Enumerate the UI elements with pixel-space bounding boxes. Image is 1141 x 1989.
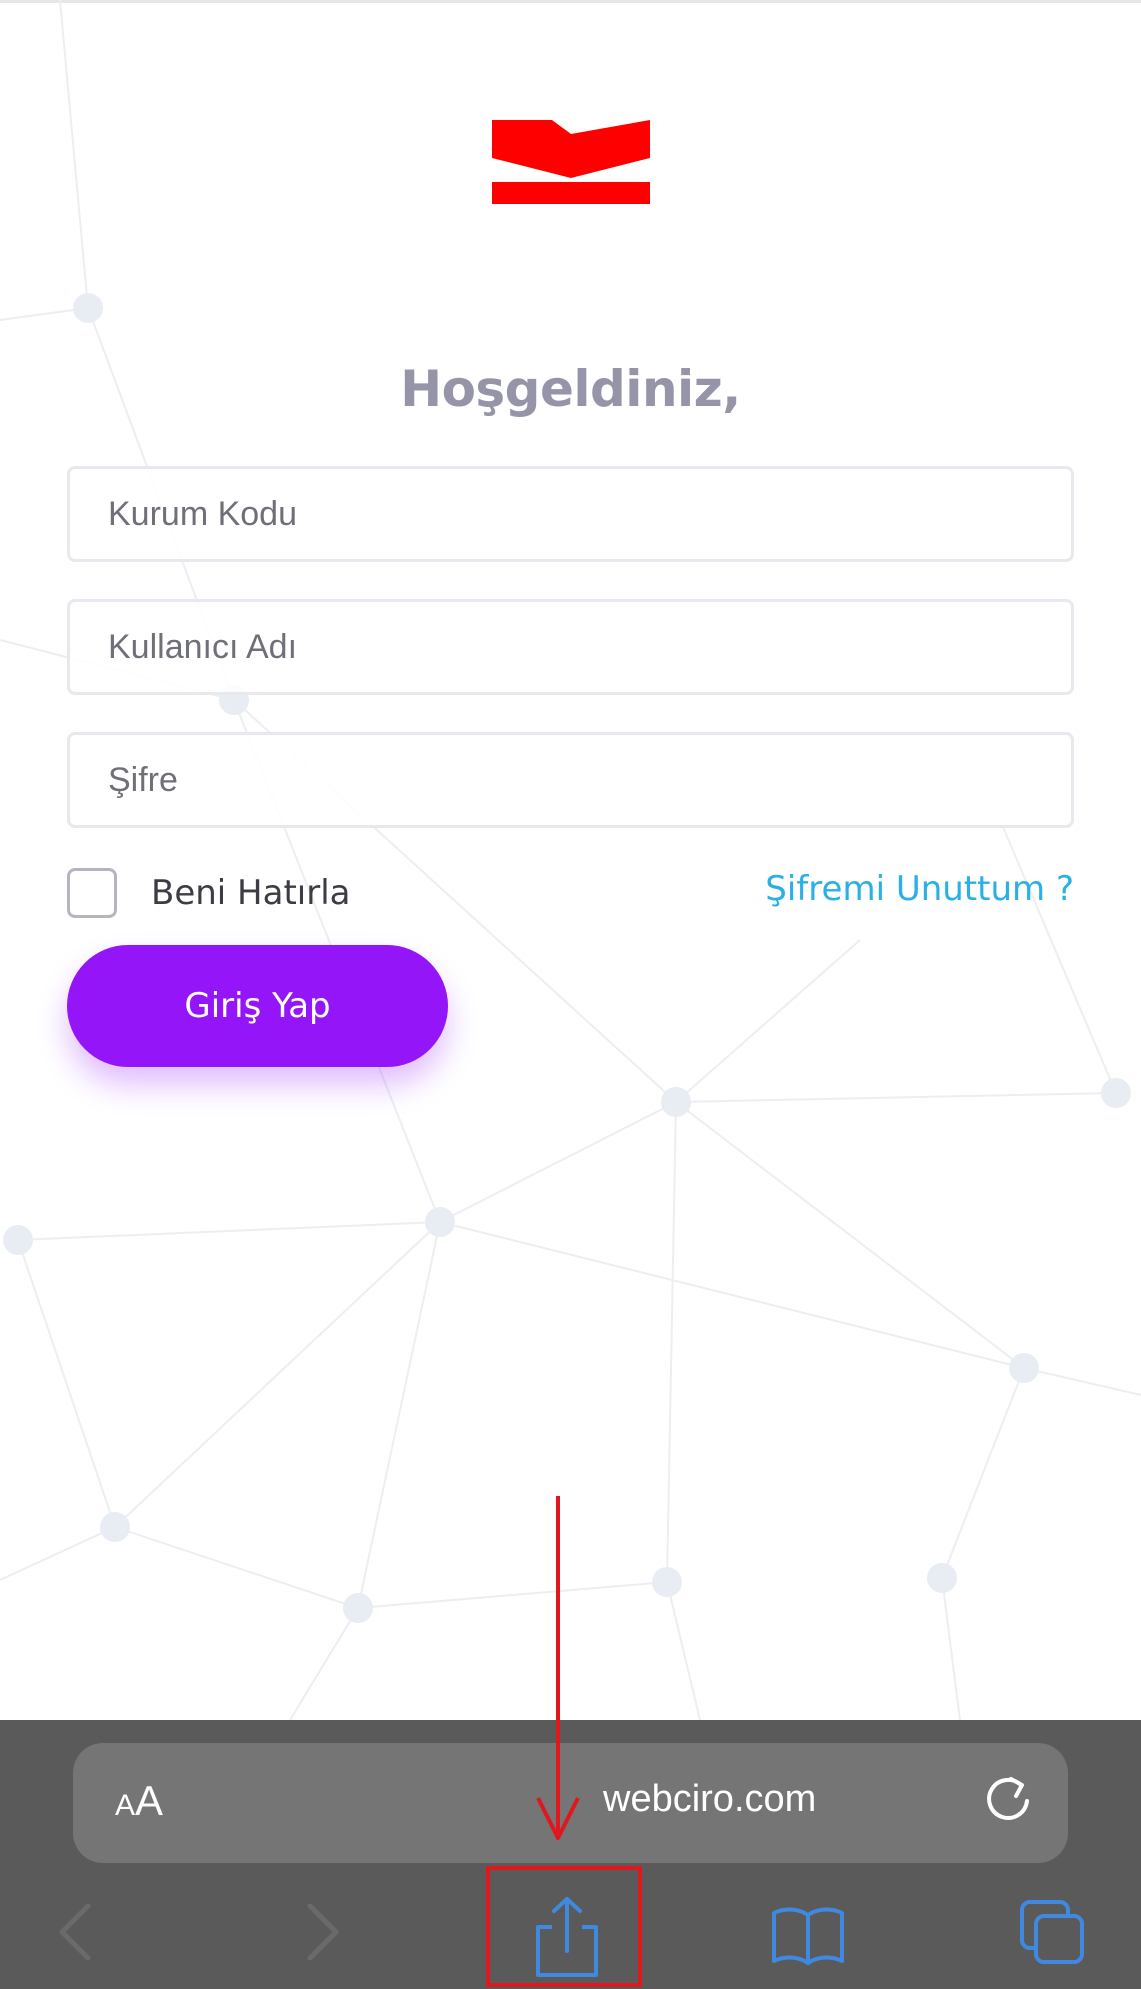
background-network-pattern xyxy=(0,0,1141,1720)
password-field[interactable] xyxy=(67,732,1074,828)
welcome-title: Hoşgeldiniz, xyxy=(400,360,741,418)
down-arrow-annotation xyxy=(536,1496,580,1840)
back-icon[interactable] xyxy=(52,1900,96,1964)
text-size-large-a: A xyxy=(135,1777,164,1824)
username-field[interactable] xyxy=(67,599,1074,695)
password-input[interactable] xyxy=(70,735,1071,825)
remember-me-row[interactable]: Beni Hatırla xyxy=(67,868,350,918)
share-highlight-box xyxy=(486,1866,642,1987)
brand-logo xyxy=(492,120,650,204)
address-domain[interactable]: webciro.com xyxy=(603,1778,816,1821)
username-input[interactable] xyxy=(70,602,1071,692)
remember-me-label[interactable]: Beni Hatırla xyxy=(151,873,350,913)
login-button[interactable]: Giriş Yap xyxy=(67,945,448,1067)
forgot-password-link[interactable]: Şifremi Unuttum ? xyxy=(765,869,1074,909)
text-size-button[interactable]: AA xyxy=(115,1777,163,1825)
bookmarks-icon[interactable] xyxy=(770,1905,846,1965)
forward-icon[interactable] xyxy=(302,1900,346,1964)
remember-me-checkbox[interactable] xyxy=(67,868,117,918)
text-size-small-a: A xyxy=(115,1789,136,1822)
reload-icon[interactable] xyxy=(981,1773,1037,1829)
login-page: Hoşgeldiniz, Beni Hatırla Şifremi Unuttu… xyxy=(0,0,1141,1720)
tabs-icon[interactable] xyxy=(1018,1898,1086,1966)
institution-code-field[interactable] xyxy=(67,466,1074,562)
institution-code-input[interactable] xyxy=(70,469,1071,559)
